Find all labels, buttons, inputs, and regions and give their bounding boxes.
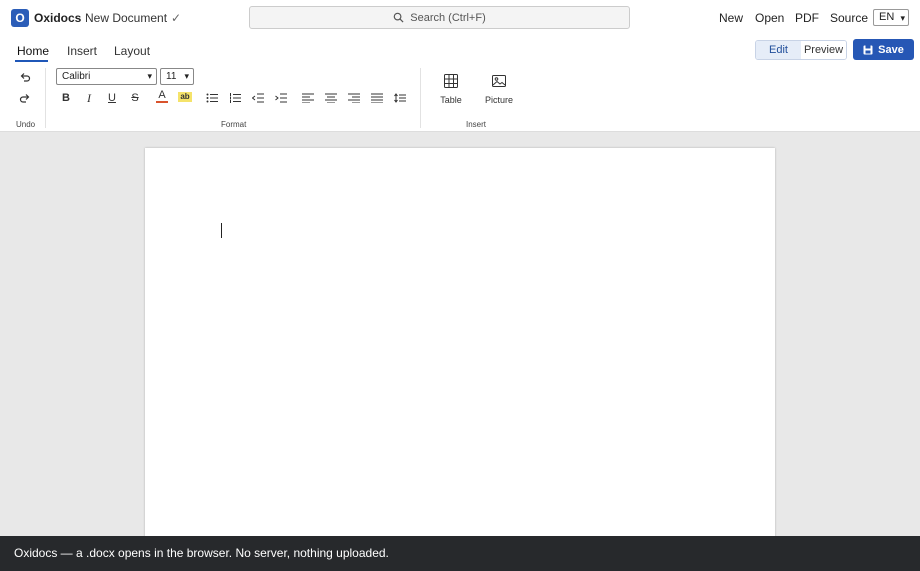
text-cursor	[221, 223, 222, 238]
underline-icon[interactable]: U	[103, 89, 121, 107]
view-mode-toggle: Edit Preview	[755, 40, 847, 60]
line-spacing-icon[interactable]	[391, 89, 409, 107]
app-name: Oxidocs	[34, 11, 82, 25]
divider	[420, 68, 421, 128]
saved-check-icon: ✓	[171, 11, 182, 25]
source-button[interactable]: Source	[830, 11, 868, 25]
insert-table-label: Table	[440, 95, 462, 105]
ribbon: Home Insert Layout Edit Preview Save Und…	[0, 36, 920, 132]
font-family-select[interactable]: Calibri ▾	[56, 68, 157, 85]
insert-picture-button[interactable]: Picture	[479, 74, 519, 105]
open-button[interactable]: Open	[755, 11, 784, 25]
bold-icon[interactable]: B	[57, 89, 75, 107]
strikethrough-icon[interactable]: S	[126, 89, 144, 107]
language-select[interactable]: EN ▾	[873, 9, 909, 26]
search-placeholder: Search (Ctrl+F)	[410, 11, 486, 24]
save-button[interactable]: Save	[853, 39, 914, 60]
highlight-glyph: ab	[178, 92, 192, 102]
format-group-label: Format	[221, 120, 247, 129]
bullet-list-icon[interactable]	[203, 89, 221, 107]
chevron-down-icon: ▾	[147, 71, 152, 81]
chevron-down-icon: ▾	[900, 13, 905, 23]
align-justify-icon[interactable]	[368, 89, 386, 107]
top-bar: O Oxidocs New Document ✓ Search (Ctrl+F) …	[0, 0, 920, 36]
font-color-icon[interactable]: A	[153, 87, 171, 105]
numbered-list-icon[interactable]	[226, 89, 244, 107]
tab-layout[interactable]: Layout	[114, 44, 150, 58]
font-family-value: Calibri	[62, 71, 91, 82]
info-banner: Oxidocs — a .docx opens in the browser. …	[0, 536, 920, 571]
document-page[interactable]	[145, 148, 775, 548]
edit-mode-button[interactable]: Edit	[756, 41, 801, 59]
save-label: Save	[878, 43, 904, 56]
align-center-icon[interactable]	[322, 89, 340, 107]
font-size-select[interactable]: 11 ▾	[160, 68, 194, 85]
undo-group-label: Undo	[16, 120, 36, 129]
outdent-icon[interactable]	[249, 89, 267, 107]
tab-home[interactable]: Home	[17, 44, 49, 58]
font-size-value: 11	[166, 71, 177, 82]
divider	[45, 68, 46, 128]
insert-table-button[interactable]: Table	[431, 74, 471, 105]
align-left-icon[interactable]	[299, 89, 317, 107]
italic-icon[interactable]: I	[80, 89, 98, 107]
redo-icon[interactable]	[16, 89, 34, 107]
document-title[interactable]: New Document ✓	[85, 11, 181, 25]
insert-picture-label: Picture	[484, 95, 513, 105]
align-right-icon[interactable]	[345, 89, 363, 107]
search-icon	[393, 12, 404, 23]
active-tab-indicator	[15, 60, 48, 62]
pdf-button[interactable]: PDF	[795, 11, 819, 25]
search-box[interactable]: Search (Ctrl+F)	[249, 6, 630, 29]
document-title-text[interactable]: New Document	[85, 11, 167, 25]
undo-icon[interactable]	[16, 68, 34, 86]
table-icon	[444, 74, 458, 88]
language-value: EN	[879, 11, 895, 23]
app-logo: O	[11, 9, 29, 27]
chevron-down-icon: ▾	[184, 71, 189, 81]
insert-group-label: Insert	[466, 120, 487, 129]
preview-mode-button[interactable]: Preview	[801, 41, 846, 59]
tab-insert[interactable]: Insert	[67, 44, 97, 58]
highlight-icon[interactable]: ab	[176, 88, 194, 106]
new-button[interactable]: New	[719, 11, 743, 25]
picture-icon	[492, 75, 506, 87]
indent-icon[interactable]	[272, 89, 290, 107]
save-icon	[863, 45, 873, 54]
